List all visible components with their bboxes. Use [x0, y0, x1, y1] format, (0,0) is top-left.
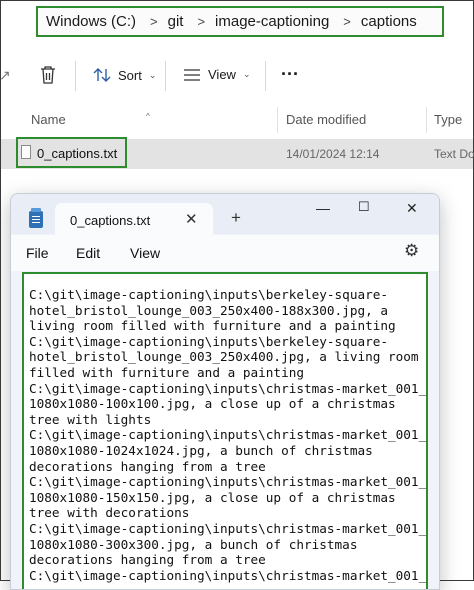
editor-line: C:\git\image-captioning\inputs\berkeley-…: [29, 287, 389, 302]
close-window-icon[interactable]: ✕: [406, 200, 418, 217]
breadcrumb-captions[interactable]: captions: [361, 13, 417, 30]
editor-line: C:\git\image-captioning\inputs\christmas…: [29, 520, 427, 536]
sort-icon: [93, 68, 111, 82]
editor-line: C:\git\image-captioning\inputs\christmas…: [29, 427, 427, 443]
editor-line: C:\git\image-captioning\inputs\berkeley-…: [29, 333, 389, 349]
editor-line: tree with lights: [29, 411, 152, 427]
editor-line: decorations hanging from a tree: [29, 552, 266, 568]
file-date-modified: 14/01/2024 12:14: [286, 147, 380, 161]
notepad-window: 0_captions.txt ✕ + — ☐ ✕ File Edit View …: [10, 193, 440, 590]
view-label: View: [208, 67, 236, 82]
breadcrumb-windows-c[interactable]: Windows (C:): [38, 13, 136, 30]
chevron-right-icon[interactable]: >: [183, 14, 215, 29]
menu-view[interactable]: View: [130, 245, 160, 261]
editor-line: hotel_bristol_lounge_003_250x400.jpg, a …: [29, 349, 419, 365]
share-icon[interactable]: ↗: [0, 67, 11, 84]
editor-content: C:\git\image-captioning\inputs\berkeley-…: [29, 287, 427, 583]
menu-file[interactable]: File: [26, 245, 49, 261]
column-headers: ^ Name Date modified Type: [1, 105, 473, 135]
menu-edit[interactable]: Edit: [76, 245, 100, 261]
view-list-icon: [184, 68, 200, 81]
column-header-date-modified[interactable]: Date modified: [286, 112, 366, 127]
chevron-right-icon[interactable]: >: [329, 14, 361, 29]
editor-line: C:\git\image-captioning\inputs\christmas…: [29, 380, 427, 396]
editor-line: 1080x1080-300x300.jpg, a bunch of christ…: [29, 536, 358, 552]
editor-line: tree with decorations: [29, 505, 190, 521]
text-editor-area[interactable]: C:\git\image-captioning\inputs\berkeley-…: [22, 272, 428, 589]
maximize-icon[interactable]: ☐: [358, 199, 370, 215]
column-header-type[interactable]: Type: [434, 112, 462, 127]
notepad-menubar: File Edit View ⚙: [11, 235, 439, 271]
file-name[interactable]: 0_captions.txt: [37, 146, 117, 161]
notepad-icon: [29, 208, 43, 228]
more-options-button[interactable]: ···: [281, 64, 299, 85]
chevron-right-icon[interactable]: >: [136, 14, 168, 29]
editor-line: C:\git\image-captioning\inputs\christmas…: [29, 474, 427, 490]
chevron-down-icon: ⌄: [242, 69, 251, 79]
sort-ascending-icon: ^: [146, 112, 150, 121]
tab-title: 0_captions.txt: [70, 213, 151, 228]
text-file-icon: [21, 145, 31, 159]
editor-line: 1080x1080-150x150.jpg, a close up of a c…: [29, 489, 396, 505]
editor-line: decorations hanging from a tree: [29, 458, 266, 474]
breadcrumb-git[interactable]: git: [168, 13, 184, 30]
delete-button[interactable]: [39, 65, 57, 85]
editor-line: living room filled with furniture and a …: [29, 318, 396, 334]
trash-icon: [41, 66, 55, 84]
file-type: Text Do: [434, 147, 474, 161]
sort-button[interactable]: Sort ⌄: [93, 67, 156, 83]
view-button[interactable]: View ⌄: [183, 67, 251, 82]
new-tab-icon[interactable]: +: [231, 208, 241, 228]
editor-line: hotel_bristol_lounge_003_250x400-188x300…: [29, 302, 389, 318]
chevron-down-icon: ⌄: [148, 69, 157, 80]
column-header-name[interactable]: Name: [31, 112, 66, 127]
gear-icon[interactable]: ⚙: [404, 241, 419, 261]
breadcrumb-image-captioning[interactable]: image-captioning: [215, 13, 329, 30]
close-tab-icon[interactable]: ✕: [185, 210, 198, 228]
notepad-titlebar[interactable]: 0_captions.txt ✕ + — ☐ ✕: [11, 194, 439, 236]
sort-label: Sort: [118, 67, 142, 83]
minimize-icon[interactable]: —: [316, 200, 330, 216]
editor-line: 1080x1080-1024x1024.jpg, a bunch of chri…: [29, 442, 373, 458]
editor-line: filled with furniture and a painting: [29, 364, 304, 380]
editor-line: 1080x1080-100x100.jpg, a close up of a c…: [29, 396, 396, 412]
address-bar[interactable]: Windows (C:) > git > image-captioning > …: [36, 6, 444, 37]
explorer-toolbar: ↗ Sort ⌄ View ⌄ ···: [0, 53, 473, 99]
tab-0-captions[interactable]: 0_captions.txt ✕: [55, 203, 213, 236]
